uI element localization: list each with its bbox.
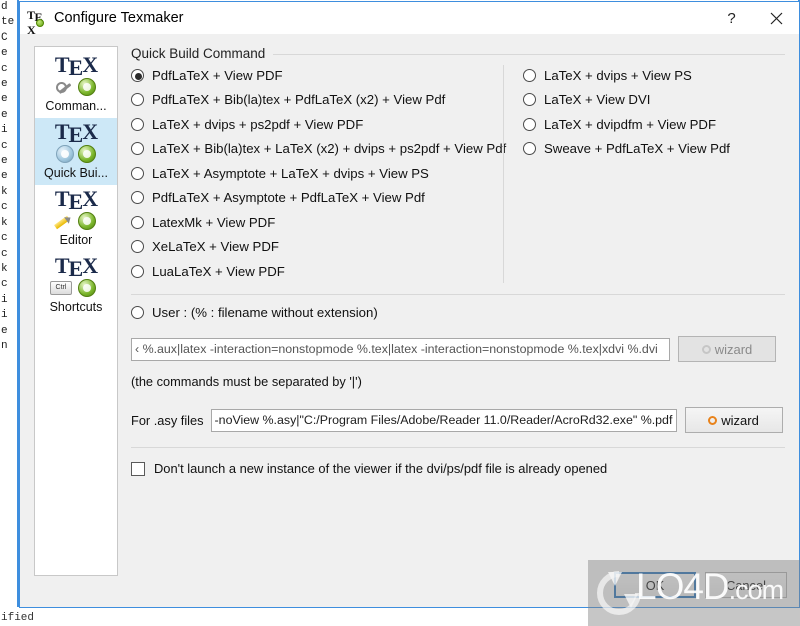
sidebar-item-label: Comman... (45, 99, 107, 113)
help-icon[interactable]: ? (709, 3, 754, 34)
radio-build-option-1[interactable]: PdfLaTeX + Bib(la)tex + PdfLaTeX (x2) + … (131, 88, 503, 113)
radio-build-option-4[interactable]: LaTeX + Asymptote + LaTeX + dvips + View… (131, 161, 503, 186)
sidebar-item-shortcuts[interactable]: TEX Ctrl Shortcuts (35, 252, 117, 319)
sidebar-item-label: Quick Bui... (44, 166, 108, 180)
radio-indicator (131, 166, 144, 180)
radio-build-option-right-2[interactable]: LaTeX + dvipdfm + View PDF (523, 112, 785, 137)
settings-category-list[interactable]: TEX Comman... TEX Quick Bui... TEX Editor TEX C… (34, 46, 118, 576)
dialog-footer: OK Cancel (614, 572, 787, 598)
radio-build-option-7[interactable]: XeLaTeX + View PDF (131, 235, 503, 260)
command-separator-hint: (the commands must be separated by '|') (131, 374, 362, 389)
sidebar-item-label: Editor (59, 233, 93, 247)
radio-build-option-3[interactable]: LaTeX + Bib(la)tex + LaTeX (x2) + dvips … (131, 137, 507, 162)
asy-label: For .asy files (131, 412, 204, 428)
checkbox-indicator (131, 461, 145, 476)
user-command-input[interactable]: ‹ %.aux|latex -interaction=nonstopmode %… (131, 337, 670, 361)
user-wizard-button[interactable]: wizard (678, 336, 776, 362)
sidebar-item-quickbui[interactable]: TEX Quick Bui... (35, 118, 117, 185)
radio-build-option-0[interactable]: PdfLaTeX + View PDF (131, 63, 503, 88)
tex-document-icon: TEX (27, 8, 44, 37)
options-divider (131, 447, 785, 448)
radio-label: LaTeX + Asymptote + LaTeX + dvips + View… (152, 165, 429, 181)
radio-build-option-8[interactable]: LuaLaTeX + View PDF (131, 259, 503, 284)
radio-build-option-right-1[interactable]: LaTeX + View DVI (523, 88, 785, 113)
user-command-row: ‹ %.aux|latex -interaction=nonstopmode %… (131, 336, 785, 362)
asy-command-input[interactable]: -noView %.asy|"C:/Program Files/Adobe/Re… (210, 408, 677, 432)
radio-label: PdfLaTeX + Bib(la)tex + PdfLaTeX (x2) + … (152, 92, 446, 108)
group-header: Quick Build Command (131, 46, 785, 63)
radio-columns: PdfLaTeX + View PDF PdfLaTeX + Bib(la)tex… (131, 63, 785, 284)
gear-icon (701, 344, 711, 354)
single-viewer-instance-option[interactable]: Don't launch a new instance of the viewe… (131, 461, 785, 476)
asy-wizard-button[interactable]: wizard (684, 407, 783, 433)
radio-label: LuaLaTeX + View PDF (152, 263, 285, 279)
radio-label: Sweave + PdfLaTeX + View Pdf (544, 141, 730, 157)
asy-command-row: For .asy files -noView %.asy|"C:/Program… (131, 407, 785, 433)
radio-label: PdfLaTeX + Asymptote + PdfLaTeX + View P… (152, 190, 425, 206)
radio-indicator (131, 306, 144, 320)
radio-build-option-6[interactable]: LatexMk + View PDF (131, 210, 503, 235)
radio-build-option-5[interactable]: PdfLaTeX + Asymptote + PdfLaTeX + View P… (131, 186, 503, 211)
radio-indicator (523, 142, 536, 156)
radio-user[interactable]: User : (% : filename without extension) (131, 301, 785, 326)
editor-bottom-text: ified (1, 612, 35, 624)
radio-indicator (131, 117, 144, 131)
radio-label: LatexMk + View PDF (152, 214, 276, 230)
checkbox-label: Don't launch a new instance of the viewe… (154, 461, 608, 476)
group-title-rule (273, 54, 785, 55)
sidebar-item-label: Shortcuts (49, 300, 103, 314)
user-wizard-label: wizard (714, 341, 753, 357)
dialog-title: Configure Texmaker (54, 9, 184, 26)
tex-gears-icon: TEX (48, 121, 104, 164)
radio-label: PdfLaTeX + View PDF (152, 67, 283, 83)
radio-group-right[interactable]: LaTeX + dvips + View PS LaTeX + View DVI L… (504, 63, 785, 284)
dialog-body: TEX Comman... TEX Quick Bui... TEX Editor TEX C… (20, 34, 799, 607)
radio-indicator (131, 215, 144, 229)
dialog-titlebar: TEX Configure Texmaker ? (20, 2, 799, 37)
radio-indicator (131, 93, 144, 107)
sidebar-item-comman[interactable]: TEX Comman... (35, 51, 117, 118)
radio-label: LaTeX + dvips + ps2pdf + View PDF (152, 116, 364, 132)
gear-icon (708, 415, 718, 425)
radio-label: LaTeX + Bib(la)tex + LaTeX (x2) + dvips … (152, 141, 507, 157)
radio-label: User : (% : filename without extension) (152, 305, 378, 321)
radio-indicator (131, 191, 144, 205)
asy-wizard-label: wizard (721, 412, 759, 428)
radio-indicator (523, 68, 536, 82)
radio-indicator (131, 240, 144, 254)
radio-group-left[interactable]: PdfLaTeX + View PDF PdfLaTeX + Bib(la)tex… (131, 63, 507, 284)
sidebar-item-editor[interactable]: TEX Editor (35, 185, 117, 252)
radio-label: LaTeX + View DVI (544, 92, 651, 108)
group-title: Quick Build Command (131, 46, 266, 61)
tex-wrench-icon: TEX (48, 54, 104, 97)
radio-build-option-2[interactable]: LaTeX + dvips + ps2pdf + View PDF (131, 112, 503, 137)
close-icon[interactable] (754, 3, 799, 34)
ok-button[interactable]: OK (614, 572, 696, 598)
tex-pencil-icon: TEX (48, 188, 104, 231)
radio-indicator (131, 264, 144, 278)
quick-build-panel: Quick Build Command PdfLaTeX + View PDF P… (131, 46, 785, 607)
radio-label: LaTeX + dvipdfm + View PDF (544, 116, 717, 132)
radio-indicator (523, 93, 536, 107)
radio-indicator (523, 117, 536, 131)
radio-label: XeLaTeX + View PDF (152, 239, 279, 255)
user-section-divider (131, 293, 785, 295)
cancel-button[interactable]: Cancel (705, 572, 787, 598)
radio-indicator (131, 68, 144, 82)
radio-indicator (131, 142, 144, 156)
configure-texmaker-dialog: TEX Configure Texmaker ? TEX Comman... TEX… (19, 1, 800, 608)
tex-ctrl-icon: TEX Ctrl (48, 255, 104, 298)
radio-build-option-right-3[interactable]: Sweave + PdfLaTeX + View Pdf (523, 137, 785, 162)
radio-build-option-right-0[interactable]: LaTeX + dvips + View PS (523, 63, 785, 88)
radio-label: LaTeX + dvips + View PS (544, 67, 692, 83)
